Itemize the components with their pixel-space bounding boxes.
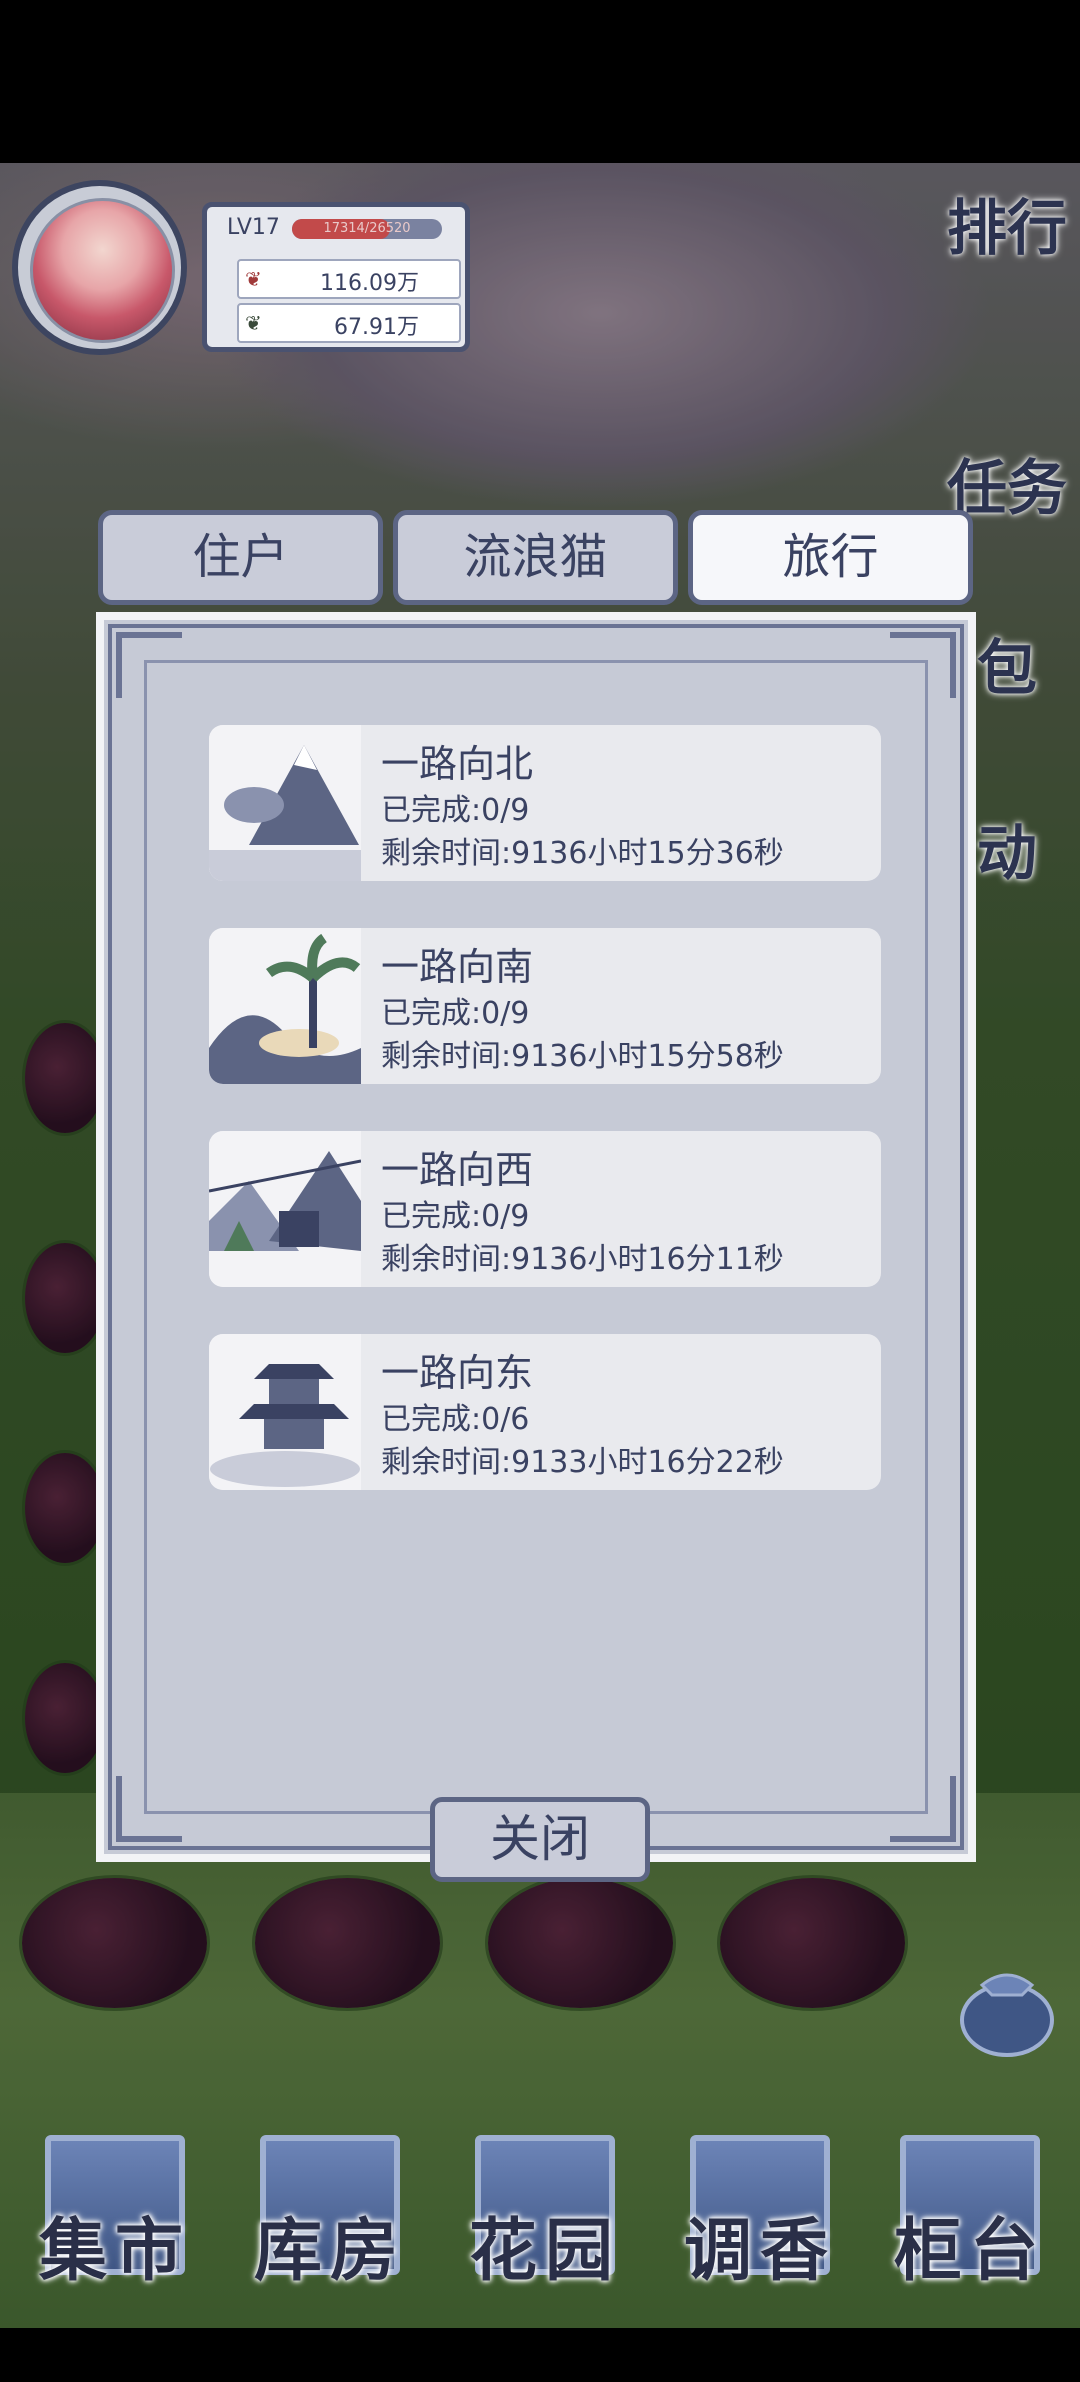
nav-market[interactable]: 集市 — [30, 2125, 200, 2305]
travel-remaining-time: 剩余时间:9136小时15分58秒 — [381, 1039, 784, 1074]
frame-corner — [116, 1776, 182, 1842]
nav-warehouse-label: 库房 — [253, 2212, 406, 2291]
pagoda-icon — [209, 1334, 361, 1490]
travel-progress: 已完成:0/9 — [381, 996, 530, 1031]
tab-residents-label: 住户 — [192, 529, 289, 585]
tab-travel[interactable]: 旅行 — [688, 510, 973, 605]
currency-red: ❦ 116.09万 — [237, 259, 461, 299]
travel-item-south[interactable]: 一路向南 已完成:0/9 剩余时间:9136小时15分58秒 — [209, 928, 881, 1084]
travel-item-east[interactable]: 一路向东 已完成:0/6 剩余时间:9133小时16分22秒 — [209, 1334, 881, 1490]
travel-item-north[interactable]: 一路向北 已完成:0/9 剩余时间:9136小时15分36秒 — [209, 725, 881, 881]
mountain-fish-icon — [209, 725, 361, 881]
travel-title: 一路向东 — [381, 1351, 534, 1395]
player-level: LV17 — [227, 215, 280, 240]
tab-stray-cats-label: 流浪猫 — [463, 529, 608, 585]
lucky-bag-icon — [960, 1973, 1054, 2057]
nav-warehouse[interactable]: 库房 — [245, 2125, 415, 2305]
nav-market-label: 集市 — [38, 2212, 191, 2291]
nav-perfume-label: 调香 — [683, 2212, 836, 2291]
nav-counter-label: 柜台 — [893, 2212, 1046, 2291]
travel-remaining-time: 剩余时间:9136小时16分11秒 — [381, 1242, 784, 1277]
red-leaf-icon: ❦ — [245, 267, 262, 291]
xp-text: 17314/26520 — [323, 221, 411, 236]
avatar[interactable] — [30, 198, 175, 343]
player-stats: LV17 17314/26520 ❦ 116.09万 ❦ 67.91万 — [202, 202, 470, 352]
ranking-button[interactable]: 排行 — [942, 180, 1072, 267]
lucky-bag-button[interactable] — [942, 1950, 1072, 2060]
travel-progress: 已完成:0/9 — [381, 1199, 530, 1234]
ranking-label: 排行 — [947, 194, 1067, 264]
close-button[interactable]: 关闭 — [430, 1797, 650, 1882]
player-panel[interactable]: LV17 17314/26520 ❦ 116.09万 ❦ 67.91万 — [12, 170, 472, 365]
travel-remaining-time: 剩余时间:9136小时15分36秒 — [381, 836, 784, 871]
travel-panel: 一路向北 已完成:0/9 剩余时间:9136小时15分36秒 一路向南 已完成:… — [96, 612, 976, 1862]
green-leaf-icon: ❦ — [245, 311, 262, 335]
nav-garden-label: 花园 — [468, 2212, 621, 2291]
palm-wave-icon — [209, 928, 361, 1084]
close-button-label: 关闭 — [490, 1810, 590, 1868]
travel-remaining-time: 剩余时间:9133小时16分22秒 — [381, 1445, 784, 1480]
xp-bar: 17314/26520 — [292, 219, 442, 239]
tab-travel-label: 旅行 — [782, 529, 879, 585]
currency-green-value: 67.91万 — [334, 315, 419, 340]
travel-title: 一路向南 — [381, 945, 534, 989]
travel-progress: 已完成:0/6 — [381, 1402, 530, 1437]
frame-corner — [890, 1776, 956, 1842]
tab-residents[interactable]: 住户 — [98, 510, 383, 605]
currency-red-value: 116.09万 — [320, 271, 419, 296]
cable-car-icon — [209, 1131, 361, 1287]
nav-perfume[interactable]: 调香 — [675, 2125, 845, 2305]
travel-title: 一路向北 — [381, 742, 534, 786]
frame-corner — [890, 632, 956, 698]
currency-green: ❦ 67.91万 — [237, 303, 461, 343]
nav-counter[interactable]: 柜台 — [885, 2125, 1055, 2305]
frame-corner — [116, 632, 182, 698]
travel-title: 一路向西 — [381, 1148, 534, 1192]
tab-stray-cats[interactable]: 流浪猫 — [393, 510, 678, 605]
travel-item-west[interactable]: 一路向西 已完成:0/9 剩余时间:9136小时16分11秒 — [209, 1131, 881, 1287]
nav-garden[interactable]: 花园 — [460, 2125, 630, 2305]
travel-progress: 已完成:0/9 — [381, 793, 530, 828]
